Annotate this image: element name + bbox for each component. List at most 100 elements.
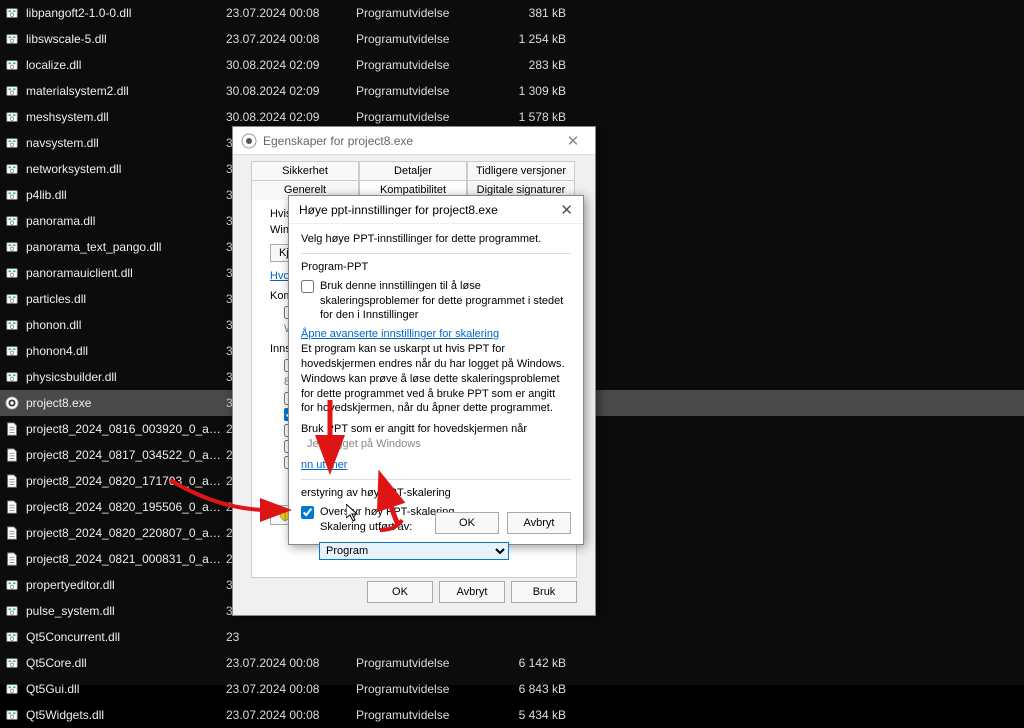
file-size: 381 kB [486,6,566,20]
file-type-icon [4,265,20,281]
file-date: 23.07.2024 00:08 [226,708,356,722]
file-name: navsystem.dll [26,136,226,150]
file-size: 6 142 kB [486,656,566,670]
file-type: Programutvidelse [356,6,486,20]
file-name: networksystem.dll [26,162,226,176]
file-name: pulse_system.dll [26,604,226,618]
file-type-icon [4,551,20,567]
file-type-icon [4,473,20,489]
file-name: physicsbuilder.dll [26,370,226,384]
file-row[interactable]: materialsystem2.dll30.08.2024 02:09Progr… [0,78,1024,104]
file-type: Programutvidelse [356,32,486,46]
file-type-icon [4,655,20,671]
file-row[interactable]: localize.dll30.08.2024 02:09Programutvid… [0,52,1024,78]
when-label: Bruk PPT som er angitt for hovedskjermen… [301,422,571,437]
file-name: particles.dll [26,292,226,306]
file-date: 23.07.2024 00:08 [226,32,356,46]
file-name: libpangoft2-1.0-0.dll [26,6,226,20]
file-date: 23.07.2024 00:08 [226,656,356,670]
file-type-icon [4,629,20,645]
scaling-performed-by-select[interactable]: Program [319,542,509,560]
file-type: Programutvidelse [356,58,486,72]
file-type-icon [4,291,20,307]
override-scaling-checkbox[interactable] [301,506,314,519]
file-size: 1 309 kB [486,84,566,98]
file-row[interactable]: libswscale-5.dll23.07.2024 00:08Programu… [0,26,1024,52]
file-type-icon [4,395,20,411]
file-name: project8_2024_0820_195506_0_accessviola.… [26,500,226,514]
file-type-icon [4,83,20,99]
file-name: Qt5Gui.dll [26,682,226,696]
file-type-icon [4,421,20,437]
file-name: panoramauiclient.dll [26,266,226,280]
file-type-icon [4,343,20,359]
file-name: propertyeditor.dll [26,578,226,592]
tab-sikkerhet[interactable]: Sikkerhet [251,161,359,180]
file-name: materialsystem2.dll [26,84,226,98]
file-name: libswscale-5.dll [26,32,226,46]
file-row[interactable]: Qt5Core.dll23.07.2024 00:08Programutvide… [0,650,1024,676]
file-row[interactable]: Qt5Concurrent.dll23 [0,624,1024,650]
file-type-icon [4,31,20,47]
dpi-dialog-titlebar[interactable]: Høye ppt-innstillinger for project8.exe … [289,196,583,224]
file-type-icon [4,239,20,255]
file-name: meshsystem.dll [26,110,226,124]
ok-button[interactable]: OK [367,581,433,603]
file-type-icon [4,603,20,619]
file-type-icon [4,135,20,151]
cancel-button[interactable]: Avbryt [439,581,505,603]
close-icon[interactable]: ✕ [559,132,587,150]
file-name: panorama_text_pango.dll [26,240,226,254]
tab-tidligere-versjoner[interactable]: Tidligere versjoner [467,161,575,180]
file-name: p4lib.dll [26,188,226,202]
file-type-icon [4,187,20,203]
file-row[interactable]: libpangoft2-1.0-0.dll23.07.2024 00:08Pro… [0,0,1024,26]
file-type: Programutvidelse [356,708,486,722]
file-type-icon [4,213,20,229]
file-name: project8_2024_0820_171703_0_accessviola.… [26,474,226,488]
file-size: 283 kB [486,58,566,72]
file-type-icon [4,707,20,723]
file-size: 5 434 kB [486,708,566,722]
dpi-ok-button[interactable]: OK [435,512,499,534]
dpi-subtitle: Velg høye PPT-innstillinger for dette pr… [301,232,571,247]
learn-more-link[interactable]: nn ut mer [301,459,347,471]
file-type: Programutvidelse [356,682,486,696]
file-date: 30.08.2024 02:09 [226,58,356,72]
file-type-icon [4,681,20,697]
file-name: panorama.dll [26,214,226,228]
when-value: Jeg logget på Windows [307,437,571,452]
file-date: 23.07.2024 00:08 [226,6,356,20]
file-type-icon [4,499,20,515]
tab-detaljer[interactable]: Detaljer [359,161,467,180]
override-line2: Skalering utført av: [320,521,412,533]
use-setting-label: Bruk denne innstillingen til å løse skal… [320,279,571,324]
dialog-titlebar[interactable]: Egenskaper for project8.exe ✕ [233,127,595,155]
file-name: phonon4.dll [26,344,226,358]
dpi-explain: Et program kan se uskarpt ut hvis PPT fo… [301,342,571,416]
tabs: SikkerhetDetaljerTidligere versjonerGene… [233,155,595,200]
file-type-icon [4,447,20,463]
file-date: 23.07.2024 00:08 [226,682,356,696]
override-group: erstyring av høy PPT-skalering [301,479,571,501]
dpi-dialog-title: Høye ppt-innstillinger for project8.exe [299,203,560,217]
file-name: project8_2024_0820_220807_0_accessviola.… [26,526,226,540]
file-name: localize.dll [26,58,226,72]
app-icon [241,133,257,149]
file-type: Programutvidelse [356,656,486,670]
file-size: 1 254 kB [486,32,566,46]
use-setting-checkbox[interactable] [301,280,314,293]
file-name: Qt5Core.dll [26,656,226,670]
close-icon[interactable]: ✕ [560,201,573,219]
file-row[interactable]: Qt5Gui.dll23.07.2024 00:08Programutvidel… [0,676,1024,702]
file-name: project8_2024_0817_034522_0_accessviola.… [26,448,226,462]
file-row[interactable]: Qt5Widgets.dll23.07.2024 00:08Programutv… [0,702,1024,728]
dpi-cancel-button[interactable]: Avbryt [507,512,571,534]
advanced-scaling-link[interactable]: Åpne avanserte innstillinger for skaleri… [301,328,499,340]
file-type-icon [4,577,20,593]
file-name: project8.exe [26,396,226,410]
apply-button[interactable]: Bruk [511,581,577,603]
file-date: 30.08.2024 02:09 [226,110,356,124]
file-type-icon [4,57,20,73]
file-name: phonon.dll [26,318,226,332]
